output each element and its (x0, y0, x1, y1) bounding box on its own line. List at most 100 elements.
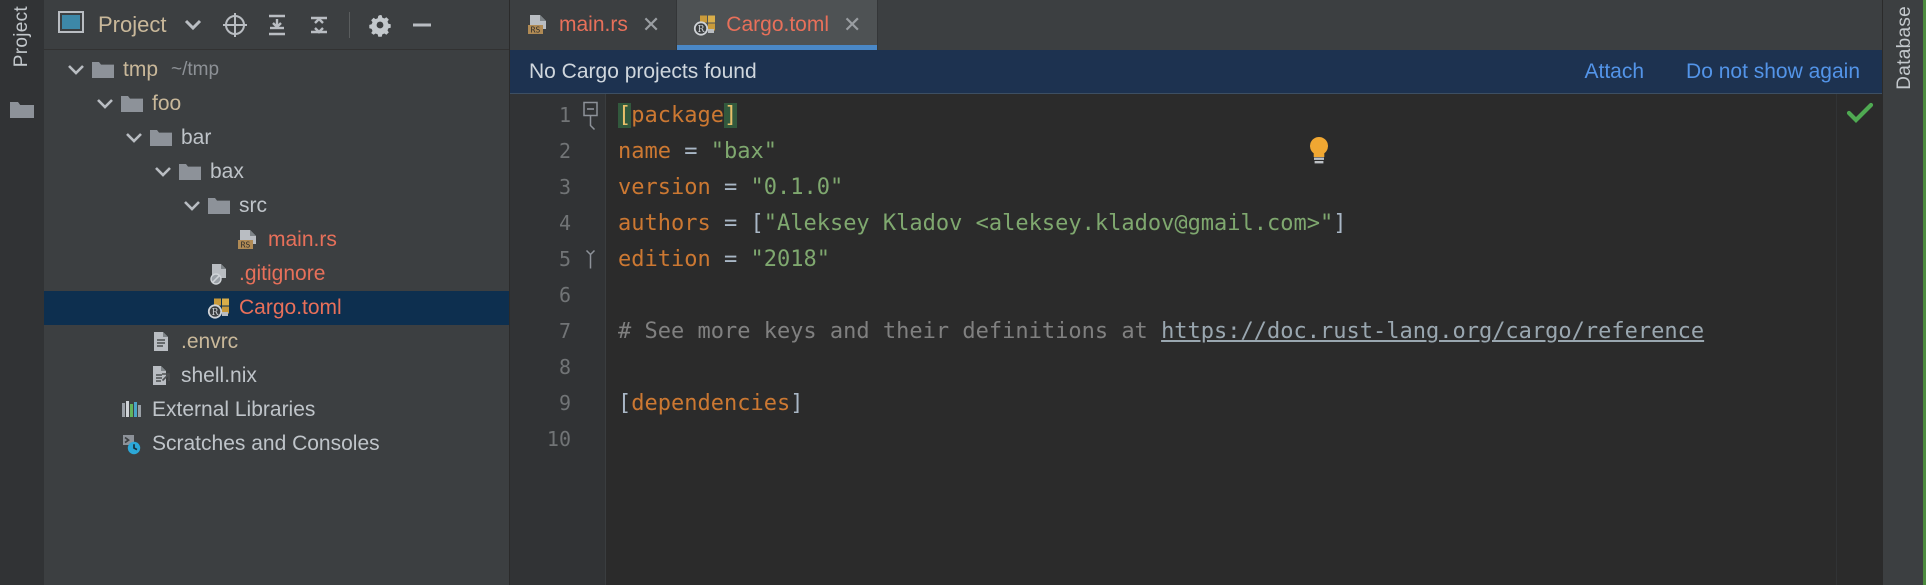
tree-item-src[interactable]: src (44, 189, 509, 223)
code-line[interactable] (606, 277, 1836, 313)
code-token: authors (618, 210, 711, 236)
close-icon[interactable]: ✕ (843, 14, 861, 36)
tree-item-scratches-and-consoles[interactable]: Scratches and Consoles (44, 427, 509, 461)
code-token: [ (750, 210, 764, 236)
editor-tab-label: main.rs (559, 13, 628, 36)
tree-item-main-rs[interactable]: RS main.rs (44, 223, 509, 257)
tree-item-bar[interactable]: bar (44, 121, 509, 155)
tree-item-label: src (239, 194, 267, 217)
svg-text:R: R (698, 25, 705, 35)
code-line[interactable]: [package] (606, 97, 1836, 133)
code-editor: 1 2 3 4 5 6 7 8 9 10 [package] name = "bax" version… (510, 94, 1882, 585)
line-number: 6 (558, 283, 571, 307)
close-icon[interactable]: ✕ (642, 14, 660, 36)
gitignore-icon (206, 263, 232, 285)
libraries-icon (119, 399, 145, 421)
tree-item-cargo-toml[interactable]: R Cargo.toml (44, 291, 509, 325)
cargo-notification-banner: No Cargo projects found Attach Do not sh… (510, 50, 1882, 94)
chevron-down-icon[interactable] (149, 166, 177, 178)
code-token: dependencies (631, 390, 791, 416)
tree-item-envrc[interactable]: .envrc (44, 325, 509, 359)
code-line[interactable]: edition = "2018" (606, 241, 1836, 277)
editor-tab-main-rs[interactable]: RS main.rs ✕ (510, 0, 678, 50)
code-line[interactable]: name = "bax" (606, 133, 1836, 169)
editor-tab-bar: RS main.rs ✕ R Cargo.toml ✕ (510, 0, 1882, 50)
project-tree[interactable]: tmp ~/tmp foo bar bax src RS main.rs .gitignore R… (44, 50, 509, 585)
code-token: version (618, 174, 711, 200)
code-token: [ (618, 390, 632, 416)
target-icon[interactable] (216, 6, 254, 44)
cargo-icon: R (206, 297, 232, 319)
code-line[interactable]: [dependencies] (606, 385, 1836, 421)
code-token: https://doc.rust-lang.org/cargo/referenc… (1161, 318, 1705, 344)
tree-item-shell-nix[interactable]: shell.nix (44, 359, 509, 393)
chevron-down-icon[interactable] (120, 132, 148, 144)
svg-text:R: R (212, 308, 219, 318)
tree-item-gitignore[interactable]: .gitignore (44, 257, 509, 291)
line-number: 9 (558, 391, 571, 415)
gutter-line[interactable]: 3 (510, 169, 605, 205)
code-token: = (710, 246, 751, 272)
line-number: 4 (558, 211, 571, 235)
lightbulb-icon[interactable] (1306, 136, 1332, 166)
gutter-line[interactable]: 9 (510, 385, 605, 421)
tree-item-tmp[interactable]: tmp ~/tmp (44, 53, 509, 87)
tool-tab-project[interactable]: Project (11, 6, 33, 77)
line-number: 7 (558, 319, 571, 343)
tree-item-foo[interactable]: foo (44, 87, 509, 121)
gutter-line[interactable]: 8 (510, 349, 605, 385)
attach-link[interactable]: Attach (1585, 60, 1645, 84)
toolbar-divider (349, 11, 351, 38)
tree-item-label: .gitignore (239, 262, 326, 285)
minimize-icon[interactable] (403, 6, 441, 44)
code-token: name (618, 138, 671, 164)
tree-item-bax[interactable]: bax (44, 155, 509, 189)
line-number: 2 (558, 139, 571, 163)
chevron-down-icon[interactable] (91, 98, 119, 110)
code-line[interactable]: authors = ["Aleksey Kladov <aleksey.klad… (606, 205, 1836, 241)
tree-item-label: tmp (123, 58, 159, 81)
code-line[interactable] (606, 421, 1836, 457)
project-panel: Project tmp ~/tmp foo bar bax src RS mai… (44, 0, 510, 585)
folder-icon[interactable] (9, 99, 35, 126)
tree-item-path: ~/tmp (171, 59, 220, 80)
code-line[interactable]: # See more keys and their definitions at… (606, 313, 1836, 349)
rust-file-icon: RS (526, 14, 550, 36)
expand-all-icon[interactable] (258, 6, 296, 44)
notification-message: No Cargo projects found (529, 59, 757, 83)
collapse-all-icon[interactable] (300, 6, 338, 44)
gear-icon[interactable] (361, 6, 399, 44)
gutter-line[interactable]: 5 (510, 241, 605, 277)
chevron-down-icon[interactable] (62, 64, 90, 76)
folder-icon (119, 94, 145, 114)
gutter-line[interactable]: 6 (510, 277, 605, 313)
chevron-down-icon[interactable] (174, 6, 212, 44)
gutter-line[interactable]: 2 (510, 133, 605, 169)
code-line[interactable]: version = "0.1.0" (606, 169, 1836, 205)
tree-item-label: main.rs (268, 228, 337, 251)
ok-check-icon[interactable] (1845, 100, 1875, 126)
link-file-icon (148, 365, 174, 387)
fold-region-end-icon[interactable] (582, 249, 599, 268)
svg-text:RS: RS (531, 25, 541, 34)
fold-collapse-icon[interactable] (582, 101, 599, 130)
code-token: ] (1333, 210, 1347, 236)
code-content[interactable]: [package] name = "bax" version = "0.1.0" au… (606, 94, 1836, 585)
project-panel-title: Project (98, 11, 167, 37)
line-number: 1 (558, 103, 571, 127)
editor-tab-cargo-toml[interactable]: R Cargo.toml ✕ (677, 0, 879, 50)
gutter-line[interactable]: 10 (510, 421, 605, 457)
do-not-show-again-link[interactable]: Do not show again (1686, 60, 1860, 84)
chevron-down-icon[interactable] (178, 200, 206, 212)
gutter-line[interactable]: 4 (510, 205, 605, 241)
line-number: 3 (558, 175, 571, 199)
code-line[interactable] (606, 349, 1836, 385)
tree-item-label: Scratches and Consoles (152, 432, 380, 455)
tree-item-label: shell.nix (181, 364, 257, 387)
gutter-line[interactable]: 1 (510, 97, 605, 133)
inspection-gutter[interactable] (1836, 94, 1882, 585)
tool-tab-database[interactable]: Database (1894, 6, 1916, 100)
line-number-gutter[interactable]: 1 2 3 4 5 6 7 8 9 10 (510, 94, 606, 585)
tree-item-external-libraries[interactable]: External Libraries (44, 393, 509, 427)
gutter-line[interactable]: 7 (510, 313, 605, 349)
